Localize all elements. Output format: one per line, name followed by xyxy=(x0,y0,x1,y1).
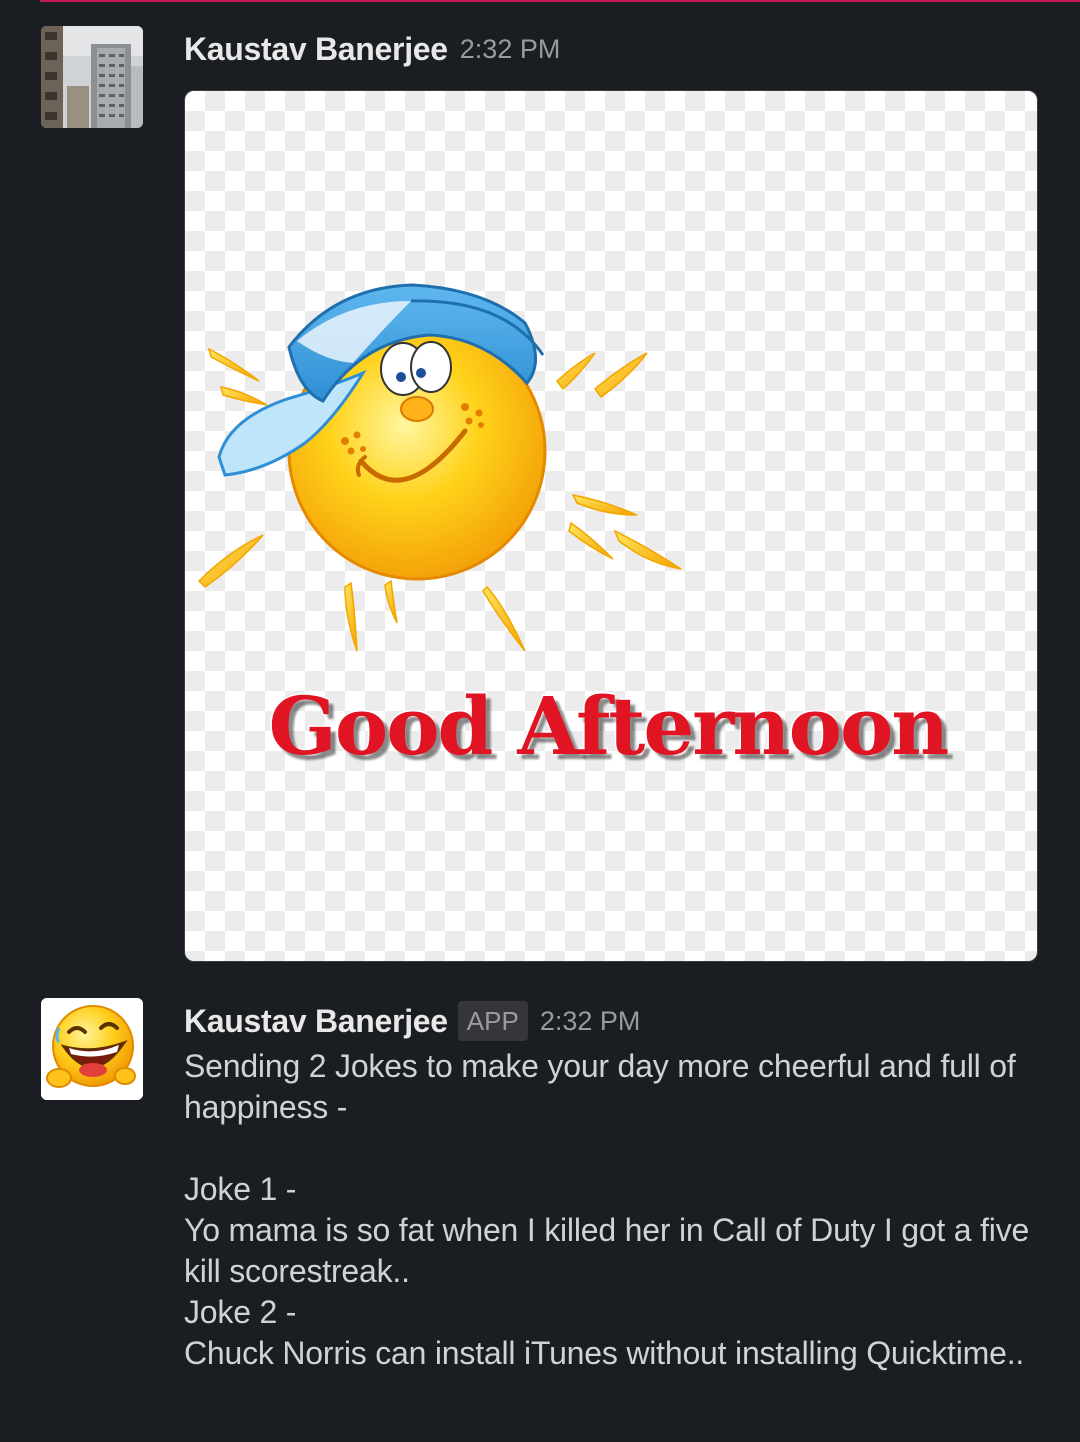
greeting-text: Good Afternoon xyxy=(267,678,951,775)
message-body: Sending 2 Jokes to make your day more ch… xyxy=(184,1046,1044,1374)
timestamp[interactable]: 2:32 PM xyxy=(540,1006,641,1037)
sender-name[interactable]: Kaustav Banerjee xyxy=(184,31,448,68)
joke-1-label: Joke 1 - xyxy=(184,1171,297,1207)
sun-with-cap-icon xyxy=(197,283,682,652)
image-attachment[interactable]: Good Afternoon xyxy=(184,90,1038,962)
joke-2-label: Joke 2 - xyxy=(184,1294,297,1330)
sender-name[interactable]: Kaustav Banerjee xyxy=(184,1003,448,1040)
message-header: Kaustav Banerjee 2:32 PM xyxy=(184,26,560,72)
joke-2-text: Chuck Norris can install iTunes without … xyxy=(184,1335,1025,1371)
app-badge: APP xyxy=(457,1001,528,1041)
intro-text: Sending 2 Jokes to make your day more ch… xyxy=(184,1048,1016,1125)
timestamp[interactable]: 2:32 PM xyxy=(460,34,561,65)
building-photo-avatar[interactable] xyxy=(41,26,143,128)
joke-1-text: Yo mama is so fat when I killed her in C… xyxy=(184,1212,1030,1289)
message-header: Kaustav Banerjee APP 2:32 PM xyxy=(184,998,640,1044)
new-messages-divider xyxy=(40,0,1080,2)
laughing-emoji-avatar[interactable] xyxy=(41,998,143,1100)
